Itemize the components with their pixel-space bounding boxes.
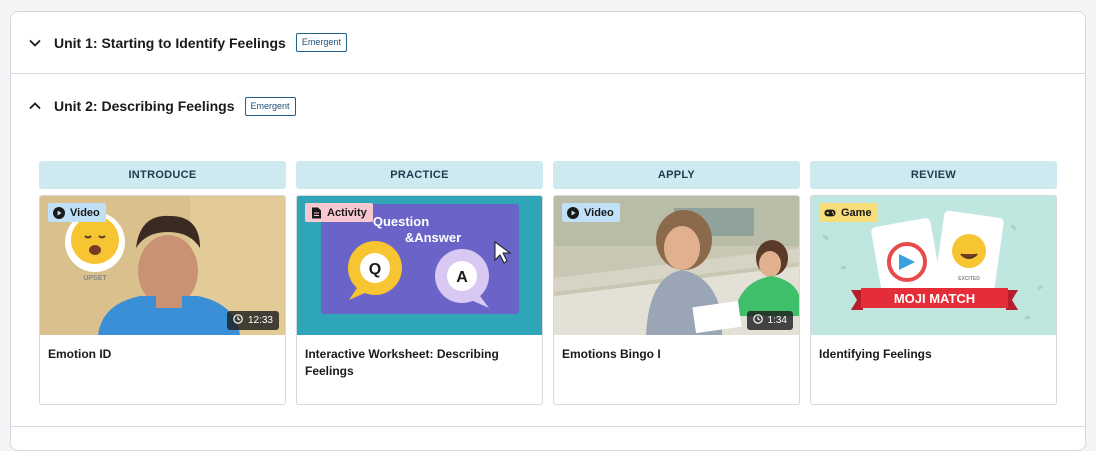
unit-1-number: Unit 1: (54, 34, 98, 51)
thumb-heading-2: &Answer (405, 230, 461, 245)
unit-2-name: Describing Feelings (101, 98, 235, 114)
chevron-down-icon[interactable] (28, 36, 42, 50)
lesson-card[interactable]: Question &Answer Q A Activity Interactiv… (296, 195, 543, 405)
unit-1-title[interactable]: Unit 1: Starting to Identify Feelings (54, 35, 286, 51)
unit-1-header[interactable]: Unit 1: Starting to Identify Feelings Em… (11, 12, 1085, 74)
lesson-card[interactable]: EXCITED MOJI MATCH Game Identifying Feel… (810, 195, 1057, 405)
game-thumbnail[interactable]: EXCITED MOJI MATCH Game (811, 196, 1056, 335)
lesson-title[interactable]: Identifying Feelings (811, 335, 1056, 363)
thumb-card-label: EXCITED (958, 276, 980, 282)
duration-badge: 12:33 (226, 311, 279, 330)
lesson-title[interactable]: Interactive Worksheet: Describing Feelin… (297, 335, 542, 380)
lesson-column-review: REVIEW EXCITED MOJI MATCH Game Identifyi… (810, 161, 1057, 405)
lesson-card[interactable]: UPSET Video 12:33 Emotion ID (39, 195, 286, 405)
lesson-column-practice: PRACTICE Question &Answer Q A Activity I… (296, 161, 543, 405)
type-label: Video (584, 206, 614, 219)
phase-label: PRACTICE (296, 161, 543, 189)
thumb-banner-text: MOJI MATCH (894, 291, 975, 306)
gamepad-icon (824, 207, 836, 219)
lesson-column-apply: APPLY Video 1:34 Emotions Bingo I (553, 161, 800, 405)
play-icon (53, 206, 65, 219)
lesson-title[interactable]: Emotions Bingo I (554, 335, 799, 363)
phase-label: INTRODUCE (39, 161, 286, 189)
video-thumbnail[interactable]: Video 1:34 (554, 196, 799, 335)
type-label: Video (70, 206, 100, 219)
unit-2-level-badge: Emergent (244, 96, 296, 116)
unit-1-name: Starting to Identify Feelings (101, 34, 286, 51)
phase-label: REVIEW (810, 161, 1057, 189)
play-icon (567, 206, 579, 219)
type-tag: Game (819, 203, 878, 222)
section-divider (11, 426, 1085, 427)
type-label: Game (841, 206, 872, 219)
thumb-sticker-text: UPSET (83, 275, 107, 282)
video-thumbnail[interactable]: UPSET Video 12:33 (40, 196, 285, 335)
thumb-heading-1: Question (373, 214, 429, 229)
unit-2-header[interactable]: Unit 2: Describing Feelings Emergent (11, 75, 1085, 137)
type-tag: Activity (305, 203, 373, 222)
unit-2-title[interactable]: Unit 2: Describing Feelings (54, 98, 235, 114)
type-tag: Video (48, 203, 106, 222)
duration-text: 12:33 (247, 315, 273, 326)
lesson-title[interactable]: Emotion ID (40, 335, 285, 363)
bubble-q-letter: Q (369, 261, 381, 278)
document-icon (310, 207, 322, 219)
type-tag: Video (562, 203, 620, 222)
units-accordion: Unit 1: Starting to Identify Feelings Em… (10, 11, 1086, 451)
lesson-column-introduce: INTRODUCE UPSET Video 12:33 Emotion ID (39, 161, 286, 405)
type-label: Activity (327, 206, 367, 219)
clock-icon (233, 314, 243, 327)
duration-text: 1:34 (767, 315, 787, 326)
activity-thumbnail[interactable]: Question &Answer Q A Activity (297, 196, 542, 335)
unit-2-lesson-cards: INTRODUCE UPSET Video 12:33 Emotion ID P… (39, 161, 1059, 406)
unit-1-level-badge: Emergent (295, 33, 347, 52)
clock-icon (752, 314, 763, 327)
phase-label: APPLY (553, 161, 800, 189)
duration-badge: 1:34 (746, 311, 793, 330)
lesson-card[interactable]: Video 1:34 Emotions Bingo I (553, 195, 800, 405)
chevron-up-icon[interactable] (28, 99, 42, 113)
bubble-a-letter: A (456, 269, 468, 286)
unit-2-number: Unit 2: (54, 98, 98, 114)
